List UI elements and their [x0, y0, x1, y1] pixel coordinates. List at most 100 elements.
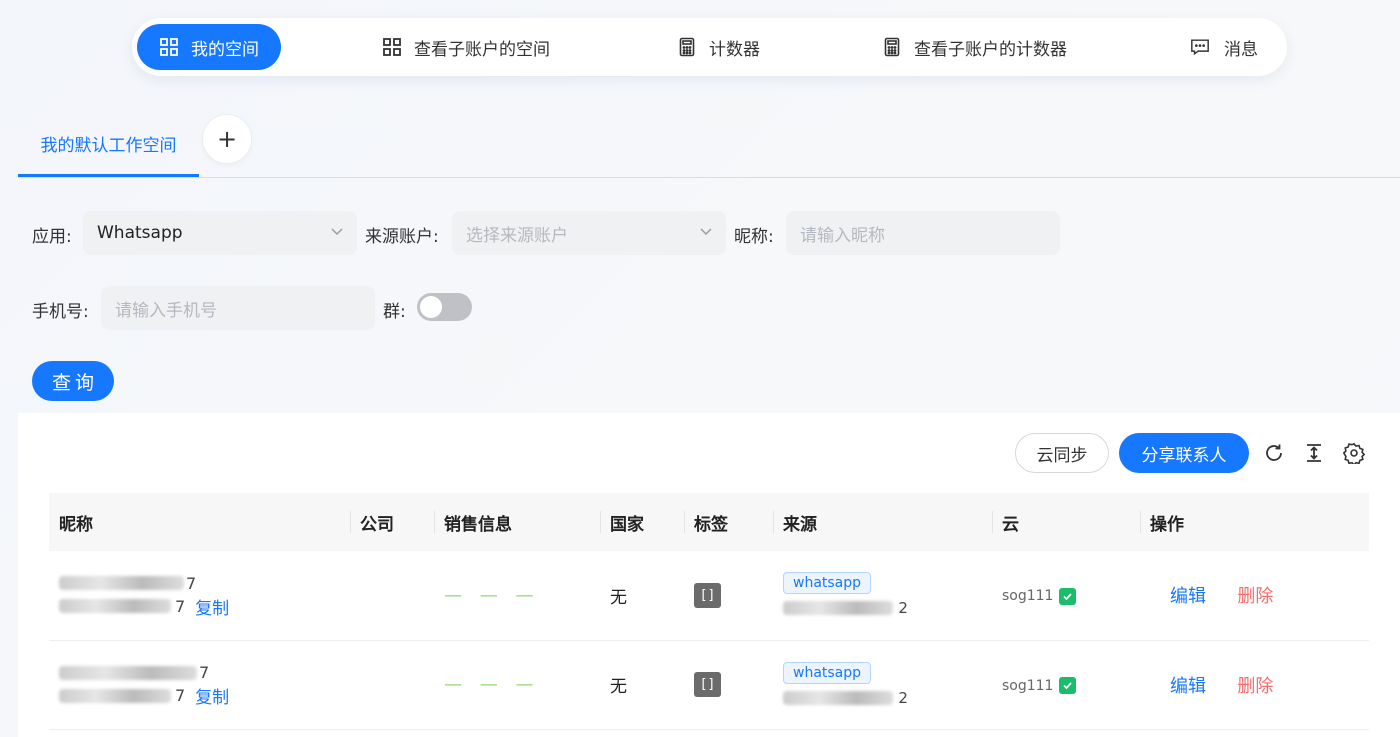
calculator-icon — [677, 37, 697, 57]
source-tail: 2 — [898, 599, 908, 618]
company-cell — [350, 551, 434, 641]
refresh-icon[interactable] — [1263, 442, 1285, 464]
edit-button[interactable]: 编辑 — [1170, 586, 1206, 607]
nickname-cell: 7 7 复制 — [49, 640, 350, 730]
app-select[interactable]: Whatsapp — [83, 211, 357, 255]
source-select-placeholder: 选择来源账户 — [466, 225, 568, 246]
cloud-status: sog111 — [1002, 587, 1077, 605]
nickname-line: 7 — [59, 662, 350, 684]
workspace-tabs: 我的默认工作空间 + — [18, 112, 1400, 178]
source-account-select[interactable]: 选择来源账户 — [452, 211, 726, 255]
nav-label: 消息 — [1224, 39, 1258, 60]
tag-cell: [] — [684, 551, 773, 641]
column-height-icon[interactable] — [1303, 442, 1325, 464]
actions-cell: 编辑 删除 — [1140, 551, 1369, 641]
contacts-panel: 云同步 分享联系人 昵称 公司 销售信息 国家 标签 来源 云 操作 7 7 复… — [18, 413, 1400, 737]
phone-tail: 7 — [175, 596, 186, 616]
source-tag: whatsapp — [783, 572, 872, 595]
col-source: 来源 — [773, 493, 992, 551]
nickname-tail: 7 — [186, 573, 197, 593]
phone-tail: 7 — [175, 686, 186, 705]
redacted-nickname — [59, 665, 197, 680]
grid-icon — [159, 37, 179, 57]
redacted-nickname — [59, 576, 184, 591]
source-tail: 2 — [898, 688, 908, 707]
group-toggle[interactable] — [417, 293, 472, 321]
cloud-account: sog111 — [1002, 588, 1054, 605]
nav-label: 我的空间 — [191, 39, 259, 60]
toggle-knob — [420, 296, 442, 318]
phone-line: 7 复制 — [59, 684, 350, 708]
table-row: 7 7 复制 — — — 无 [] whatsapp 2 sog111 编辑 删… — [49, 640, 1369, 730]
copy-link[interactable]: 复制 — [195, 594, 229, 619]
country-cell: 无 — [600, 551, 684, 641]
group-label: 群: — [383, 302, 406, 322]
cloud-sync-button[interactable]: 云同步 — [1015, 433, 1109, 473]
message-icon — [1190, 37, 1212, 57]
add-workspace-button[interactable]: + — [202, 114, 252, 164]
sales-info-cell: — — — — [434, 640, 600, 730]
redacted-source-account — [783, 690, 893, 705]
company-cell — [350, 640, 434, 730]
nav-sub-space[interactable]: 查看子账户的空间 — [382, 24, 550, 70]
nickname-tail: 7 — [199, 663, 210, 682]
nav-label: 查看子账户的空间 — [414, 39, 550, 60]
cloud-cell: sog111 — [992, 551, 1140, 641]
sales-dashes: — — — — [444, 674, 540, 695]
delete-button[interactable]: 删除 — [1237, 586, 1273, 607]
grid-icon — [382, 37, 402, 57]
phone-placeholder: 请输入手机号 — [115, 300, 217, 321]
tab-default-workspace[interactable]: 我的默认工作空间 — [18, 112, 199, 177]
edit-button[interactable]: 编辑 — [1170, 676, 1206, 697]
col-company: 公司 — [350, 493, 434, 551]
nickname-label: 昵称: — [734, 227, 774, 247]
chevron-down-icon — [700, 228, 712, 235]
col-country: 国家 — [600, 493, 684, 551]
col-sales-info: 销售信息 — [434, 493, 600, 551]
col-tags: 标签 — [684, 493, 773, 551]
sales-info-cell: — — — — [434, 551, 600, 641]
cloud-cell: sog111 — [992, 640, 1140, 730]
delete-button[interactable]: 删除 — [1237, 676, 1273, 697]
nickname-input[interactable]: 请输入昵称 — [786, 211, 1060, 255]
top-nav: 我的空间 查看子账户的空间 计数器 查看子账户的计数器 消息 — [132, 18, 1287, 76]
calculator-icon — [882, 37, 902, 57]
chevron-down-icon — [331, 228, 343, 235]
phone-label: 手机号: — [32, 302, 89, 322]
table-row: 7 7 复制 — — — 无 [] whatsapp 2 sog111 编辑 删… — [49, 551, 1369, 641]
source-tag: whatsapp — [783, 661, 872, 684]
nav-counter[interactable]: 计数器 — [677, 24, 760, 70]
col-cloud: 云 — [992, 493, 1140, 551]
query-button[interactable]: 查询 — [32, 361, 114, 401]
table-header-row: 昵称 公司 销售信息 国家 标签 来源 云 操作 — [49, 493, 1369, 551]
nav-messages[interactable]: 消息 — [1190, 24, 1258, 70]
app-label: 应用: — [32, 227, 72, 247]
sales-dashes: — — — — [444, 584, 540, 606]
tag-cell: [] — [684, 640, 773, 730]
share-contacts-button[interactable]: 分享联系人 — [1119, 433, 1249, 473]
nickname-line: 7 — [59, 572, 350, 594]
actions-cell: 编辑 删除 — [1140, 640, 1369, 730]
cloud-account: sog111 — [1002, 677, 1054, 694]
settings-gear-icon[interactable] — [1342, 442, 1366, 467]
nav-my-space[interactable]: 我的空间 — [137, 24, 281, 70]
redacted-phone — [59, 688, 171, 703]
nickname-placeholder: 请输入昵称 — [800, 225, 885, 246]
phone-line: 7 复制 — [59, 594, 350, 619]
tag-badge[interactable]: [] — [694, 672, 721, 697]
check-icon — [1059, 587, 1077, 605]
copy-link[interactable]: 复制 — [195, 683, 229, 708]
nav-label: 计数器 — [709, 39, 760, 60]
redacted-source-account — [783, 601, 893, 616]
nickname-cell: 7 7 复制 — [49, 551, 350, 641]
check-icon — [1059, 677, 1077, 694]
contacts-table: 昵称 公司 销售信息 国家 标签 来源 云 操作 7 7 复制 — — — 无 … — [49, 493, 1369, 730]
nav-label: 查看子账户的计数器 — [914, 39, 1067, 60]
phone-input[interactable]: 请输入手机号 — [101, 286, 375, 330]
col-actions: 操作 — [1140, 493, 1369, 551]
tag-badge[interactable]: [] — [694, 582, 721, 608]
col-nickname: 昵称 — [49, 493, 350, 551]
source-label: 来源账户: — [365, 227, 439, 247]
nav-sub-counter[interactable]: 查看子账户的计数器 — [882, 24, 1067, 70]
source-cell: whatsapp 2 — [773, 551, 992, 641]
